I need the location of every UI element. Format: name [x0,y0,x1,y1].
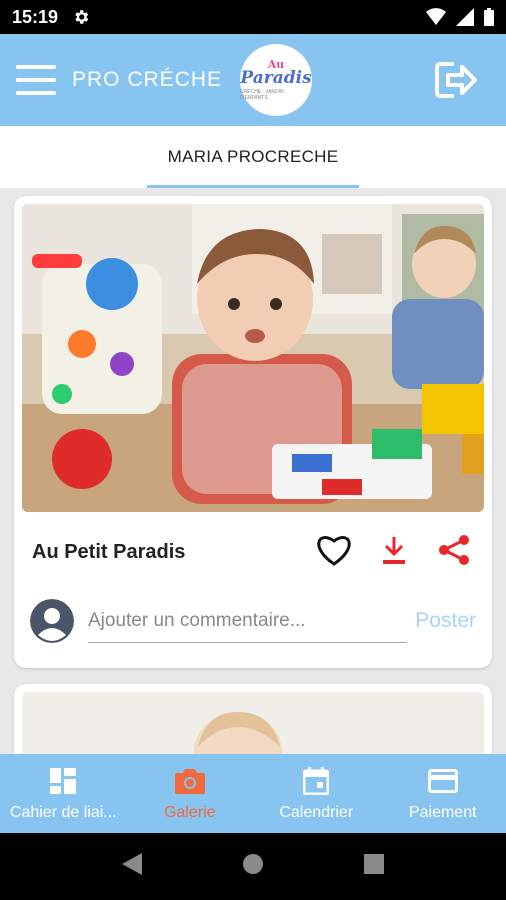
nav-cahier-de-liaison[interactable]: Cahier de liai... [0,754,127,833]
nav-galerie[interactable]: Galerie [127,754,254,833]
wifi-icon [426,8,446,25]
recents-icon[interactable] [364,854,384,879]
nav-label: Galerie [163,803,216,821]
download-icon[interactable] [374,532,414,568]
gallery-post-card [14,684,492,754]
user-avatar-icon [30,599,74,643]
back-icon[interactable] [122,853,142,880]
logo-text-sub: CRÈCHE · JARDIN D'ENFANTS [240,89,284,101]
app-title: PRO CRÉCHE [72,68,223,91]
system-navigation-bar [0,833,506,900]
gallery-feed[interactable]: Au Petit Paradis Poster [0,188,506,754]
logo-text-main: Paradis [240,68,312,88]
cell-signal-icon [456,8,474,26]
post-photo[interactable] [22,692,484,754]
comment-input[interactable] [88,599,408,643]
credit-card-icon [427,766,458,796]
tab-bar: MARIA PROCRECHE [0,126,506,188]
post-photo[interactable] [22,204,484,512]
nav-paiement[interactable]: Paiement [380,754,506,833]
like-heart-icon[interactable] [314,532,354,568]
comment-row: Poster [30,596,476,646]
nav-label: Paiement [408,803,477,821]
brand-logo: Au Paradis CRÈCHE · JARDIN D'ENFANTS [240,44,313,116]
post-title: Au Petit Paradis [32,541,186,563]
bottom-navigation: Cahier de liai... Galerie Calendrier Pai… [0,754,506,833]
gallery-post-card: Au Petit Paradis Poster [14,196,492,668]
calendar-icon [301,766,331,796]
post-comment-button[interactable]: Poster [415,609,476,633]
logout-icon[interactable] [434,60,478,100]
tab-maria-procreche[interactable]: MARIA PROCRECHE [147,126,359,188]
camera-icon [174,766,205,796]
app-bar: PRO CRÉCHE Au Paradis CRÈCHE · JARDIN D'… [0,34,506,126]
settings-gear-icon [75,10,89,24]
menu-hamburger-icon[interactable] [16,62,56,98]
nav-label: Cahier de liai... [9,803,117,821]
status-time: 15:19 [12,6,59,27]
nav-label: Calendrier [279,803,354,821]
battery-icon [484,8,494,26]
nav-calendrier[interactable]: Calendrier [253,754,380,833]
toddlers-playing-photo [22,204,484,512]
dashboard-icon [48,766,78,796]
baby-photo [22,692,484,754]
status-bar: 15:19 [0,0,506,34]
share-icon[interactable] [434,532,474,568]
home-icon[interactable] [242,853,264,880]
post-actions [314,532,474,568]
